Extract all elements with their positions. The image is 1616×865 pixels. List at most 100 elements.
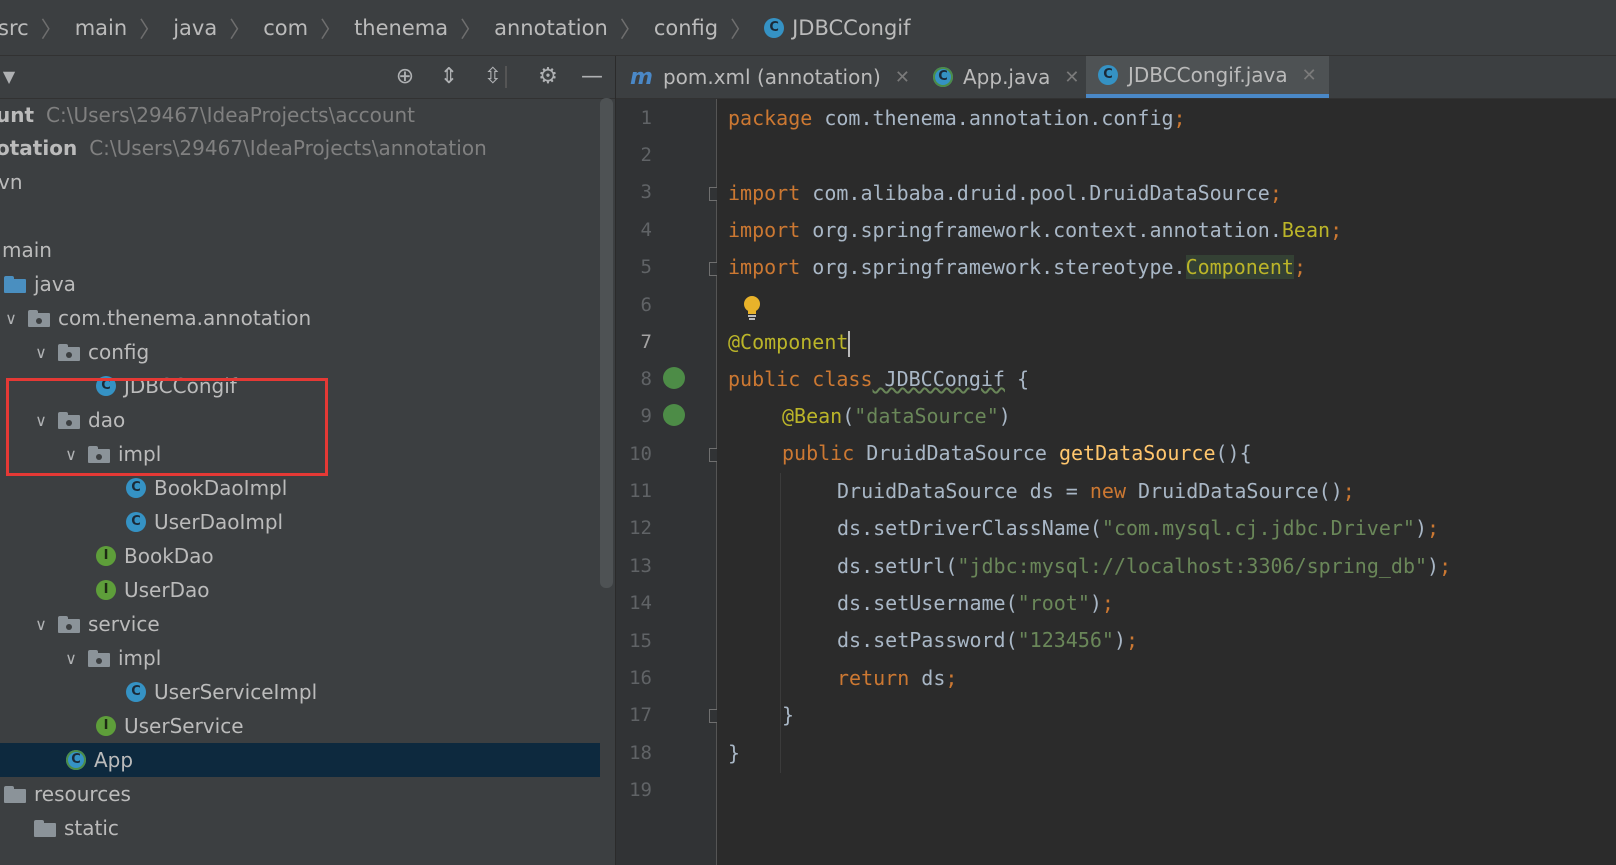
runnable-class-icon: C: [933, 67, 953, 87]
project-tree: unt C:\Users\29467\IdeaProjects\account …: [0, 98, 600, 865]
lightbulb-icon[interactable]: [741, 295, 763, 326]
tree-row[interactable]: I UserDao: [0, 573, 600, 607]
breadcrumb-item-file[interactable]: JDBCCongif: [792, 16, 910, 40]
spring-bean-icon[interactable]: [663, 404, 685, 426]
tree-item-label: config: [88, 340, 150, 364]
tree-item-label: com.thenema.annotation: [58, 306, 312, 330]
line-number: 9: [640, 405, 652, 427]
breadcrumb-item-src[interactable]: src: [0, 16, 29, 40]
class-icon: C: [126, 478, 146, 498]
chevron-down-icon[interactable]: ∨: [32, 615, 50, 634]
tree-row[interactable]: resources: [0, 777, 600, 811]
tab-app-java[interactable]: C App.java ✕: [921, 56, 1091, 98]
tree-row[interactable]: C UserDaoImpl: [0, 505, 600, 539]
code-line-17: }: [782, 703, 795, 727]
line-number-current: 7: [640, 331, 652, 353]
chevron-right-icon: 〉: [139, 17, 162, 43]
line-number: 18: [629, 742, 652, 764]
chevron-right-icon: 〉: [730, 17, 753, 43]
gear-icon[interactable]: ⚙: [533, 62, 563, 92]
expand-all-icon[interactable]: ⇕: [434, 62, 464, 92]
tab-label: App.java: [963, 65, 1051, 89]
breadcrumb-item-thenema[interactable]: thenema: [354, 16, 448, 40]
line-number: 5: [640, 256, 652, 278]
breadcrumb-item-java[interactable]: java: [173, 16, 217, 40]
tree-row[interactable]: ∨ com.thenema.annotation: [0, 301, 600, 335]
class-icon: C: [126, 512, 146, 532]
line-number: 8: [640, 368, 652, 390]
line-number: 12: [629, 517, 652, 539]
tree-row[interactable]: unt C:\Users\29467\IdeaProjects\account: [0, 98, 600, 132]
code-line-16: return ds;: [837, 666, 958, 690]
package-icon: [28, 309, 50, 327]
package-icon: [58, 615, 80, 633]
code-line-12: ds.setDriverClassName("com.mysql.cj.jdbc…: [837, 516, 1440, 540]
line-number: 17: [629, 704, 652, 726]
tree-item-label: App: [94, 748, 134, 772]
tree-item-label: service: [88, 612, 160, 636]
annotation-highlight-box: [6, 378, 328, 476]
collapse-all-icon[interactable]: ⇳: [478, 62, 508, 92]
code-line-14: ds.setUsername("root");: [837, 591, 1114, 615]
breadcrumb-item-annotation[interactable]: annotation: [494, 16, 608, 40]
tree-row[interactable]: ∨ impl: [0, 641, 600, 675]
tree-item-label: UserDaoImpl: [154, 510, 284, 534]
editor-gutter[interactable]: 1 2 3 4 5 6 7 8 9 10 11 12 13 14 15 16 1…: [616, 99, 723, 865]
source-folder-icon: [4, 275, 26, 293]
close-icon[interactable]: ✕: [1064, 67, 1079, 88]
tree-item-label: BookDaoImpl: [154, 476, 288, 500]
breadcrumb-item-com[interactable]: com: [263, 16, 308, 40]
breadcrumb-item-config[interactable]: config: [654, 16, 718, 40]
tree-row[interactable]: I BookDao: [0, 539, 600, 573]
class-icon: C: [126, 682, 146, 702]
chevron-down-icon[interactable]: ∨: [2, 309, 20, 328]
line-number: 16: [629, 667, 652, 689]
tree-row[interactable]: vn: [0, 165, 600, 199]
locate-icon[interactable]: ⊕: [390, 62, 420, 92]
resources-folder-icon: [4, 785, 26, 803]
dropdown-arrow-icon[interactable]: ▼: [0, 62, 24, 92]
tree-row[interactable]: java: [0, 267, 600, 301]
tab-pom-xml[interactable]: m pom.xml (annotation) ✕: [618, 56, 922, 98]
code-line-5: import org.springframework.stereotype.Co…: [728, 255, 1306, 279]
tree-row[interactable]: I UserService: [0, 709, 600, 743]
line-number: 6: [640, 294, 652, 316]
tree-row[interactable]: static: [0, 811, 600, 845]
tree-row[interactable]: otation C:\Users\29467\IdeaProjects\anno…: [0, 131, 600, 165]
chevron-down-icon[interactable]: ∨: [32, 343, 50, 362]
code-line-4: import org.springframework.context.annot…: [728, 218, 1343, 242]
tree-row-selected[interactable]: C App: [0, 743, 600, 777]
code-editor[interactable]: package com.thenema.annotation.config; i…: [717, 99, 1616, 865]
tab-label: JDBCCongif.java: [1128, 63, 1288, 87]
line-number: 10: [629, 443, 652, 465]
chevron-down-icon[interactable]: ∨: [62, 649, 80, 668]
line-number: 2: [640, 144, 652, 166]
toolbar-divider: [505, 66, 507, 88]
tree-item-label: vn: [0, 170, 23, 194]
code-line-18: }: [728, 741, 741, 765]
code-line-7: @Component: [728, 324, 851, 361]
tree-row[interactable]: main: [0, 233, 600, 267]
close-icon[interactable]: ✕: [1302, 65, 1317, 86]
interface-icon: I: [96, 716, 116, 736]
spring-bean-icon[interactable]: [663, 367, 685, 389]
tree-row[interactable]: C BookDaoImpl: [0, 471, 600, 505]
chevron-right-icon: 〉: [460, 17, 483, 43]
tree-item-path: C:\Users\29467\IdeaProjects\annotation: [89, 136, 487, 160]
breadcrumb-item-main[interactable]: main: [75, 16, 127, 40]
code-line-10: public DruidDataSource getDataSource(){: [782, 441, 1252, 465]
tab-jdbccongif-java[interactable]: C JDBCCongif.java ✕: [1086, 56, 1329, 98]
close-icon[interactable]: ✕: [895, 67, 910, 88]
tree-row[interactable]: C UserServiceImpl: [0, 675, 600, 709]
tree-row[interactable]: ∨ config: [0, 335, 600, 369]
tree-row[interactable]: ∨ service: [0, 607, 600, 641]
tree-item-label: UserDao: [124, 578, 210, 602]
chevron-right-icon: 〉: [229, 17, 252, 43]
minimize-icon[interactable]: —: [577, 62, 607, 92]
project-panel: ▼ ⊕ ⇕ ⇳ ⚙ — unt C:\Users\29467\IdeaProje…: [0, 56, 616, 865]
tree-item-label: resources: [34, 782, 131, 806]
code-line-15: ds.setPassword("123456");: [837, 628, 1139, 652]
editor-tabs: m pom.xml (annotation) ✕ C App.java ✕ C …: [616, 56, 1616, 99]
tree-item-label: unt: [0, 103, 35, 127]
tree-scrollbar[interactable]: [600, 98, 613, 588]
